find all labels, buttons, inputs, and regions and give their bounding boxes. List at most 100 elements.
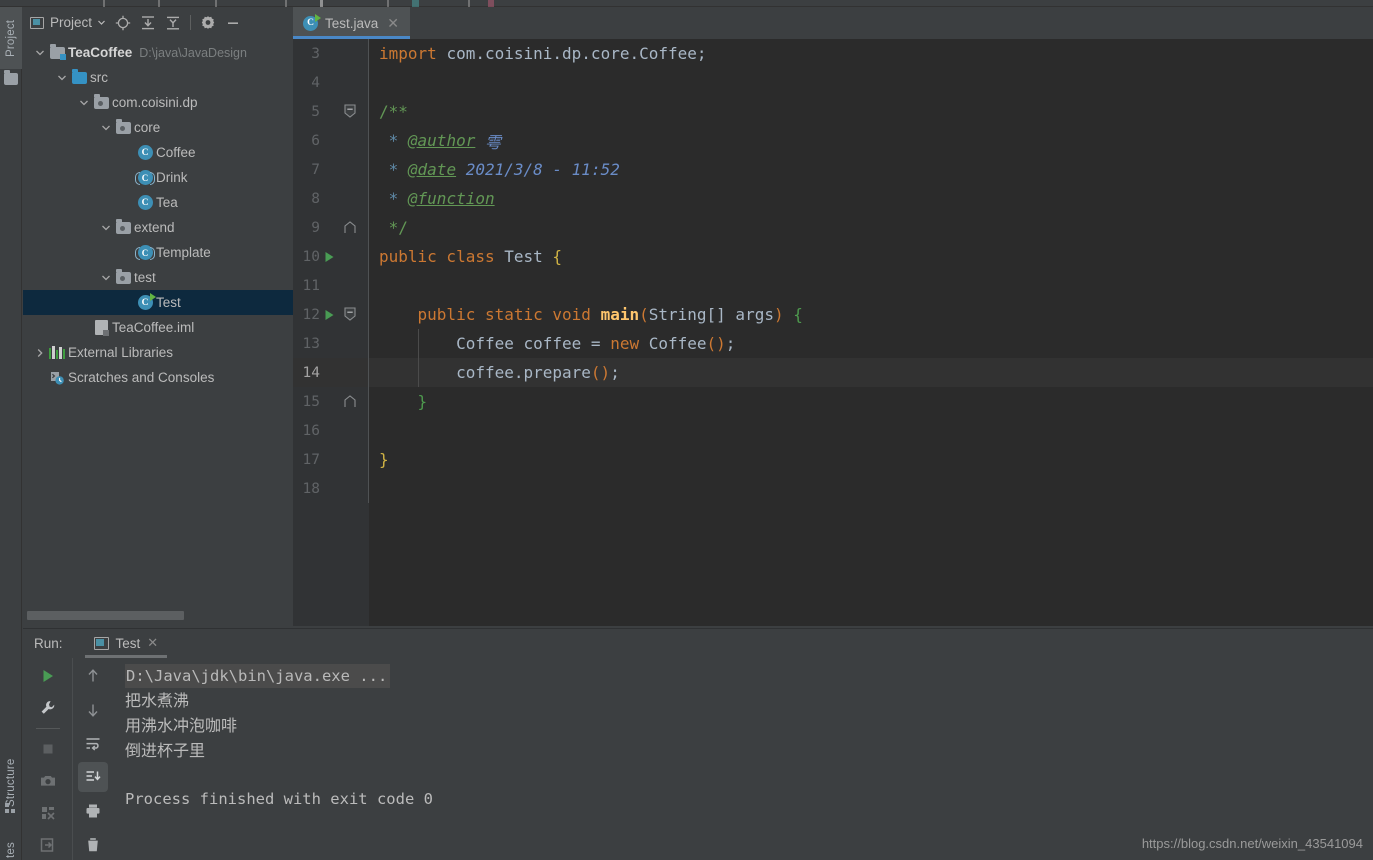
tree-node-teacoffee-iml[interactable]: TeaCoffee.iml [23,315,293,340]
scroll-to-end-icon[interactable] [77,762,108,793]
gutter-run-slot[interactable] [320,309,338,321]
gutter-fold-slot[interactable] [338,104,362,119]
soft-wrap-icon[interactable] [78,729,108,759]
gutter-run-slot[interactable] [320,251,338,263]
project-tree[interactable]: TeaCoffee D:\java\JavaDesign src com.coisin… [23,38,293,626]
code-line-15[interactable]: } [369,387,428,416]
code-line-13[interactable]: Coffee coffee = new Coffee(); [369,329,735,358]
tool-window-button-favorites[interactable]: tes [0,833,22,860]
tree-node-core[interactable]: core [23,115,293,140]
chevron-down-icon[interactable] [54,73,70,83]
code-line-3[interactable]: import com.coisini.dp.core.Coffee; [369,39,707,68]
trash-icon[interactable] [78,830,108,860]
tree-node-src[interactable]: src [23,65,293,90]
gutter-line-8[interactable]: 8 [293,184,368,213]
run-tab-test[interactable]: Test ✕ [84,628,168,658]
gutter-line-13[interactable]: 13 [293,329,368,358]
code-token: ; [610,363,620,382]
tree-node-teacoffee[interactable]: TeaCoffee D:\java\JavaDesign [23,40,293,65]
gutter-fold-slot[interactable] [338,307,362,322]
print-icon[interactable] [78,796,108,826]
code-line-12[interactable]: public static void main(String[] args) { [369,300,803,329]
close-icon[interactable]: ✕ [147,635,158,651]
code-line-18[interactable] [369,474,379,503]
scrollbar-thumb[interactable] [27,611,184,620]
code-line-7[interactable]: * @date 2021/3/8 - 11:52 [369,155,620,184]
gutter-line-7[interactable]: 7 [293,155,368,184]
project-panel-toolbar: Project [23,7,293,38]
tree-node-coffee[interactable]: C Coffee [23,140,293,165]
project-window-icon [30,16,44,29]
code-line-9[interactable]: */ [369,213,408,242]
tree-node-drink[interactable]: C Drink [23,165,293,190]
chevron-down-icon[interactable] [76,98,92,108]
camera-icon[interactable] [33,766,63,796]
tree-node-test[interactable]: C Test [23,290,293,315]
rerun-icon[interactable] [33,661,63,691]
code-editor[interactable]: 3 4 5 6 7 8 9 10 11 12 13 14 15 16 17 18 import com.coi… [293,39,1373,626]
gutter-line-17[interactable]: 17 [293,445,368,474]
arrow-up-icon[interactable] [78,661,108,691]
editor-gutter[interactable]: 3 4 5 6 7 8 9 10 11 12 13 14 15 16 17 18 [293,39,369,626]
tree-node-extend[interactable]: extend [23,215,293,240]
tree-node-tea[interactable]: C Tea [23,190,293,215]
code-text-area[interactable]: import com.coisini.dp.core.Coffee; /** * … [369,39,1373,626]
code-token: } [417,392,428,411]
gutter-line-10[interactable]: 10 [293,242,368,271]
project-tree-hscrollbar[interactable] [27,611,289,620]
gutter-line-16[interactable]: 16 [293,416,368,445]
chevron-down-icon[interactable] [32,48,48,58]
code-line-4[interactable] [369,68,379,97]
project-panel-title[interactable]: Project [26,15,109,30]
tree-node-external-libraries[interactable]: External Libraries [23,340,293,365]
fold-collapse-icon [344,307,356,321]
tree-node-test[interactable]: test [23,265,293,290]
code-line-10[interactable]: public class Test { [369,242,562,271]
chevron-down-icon[interactable] [98,273,114,283]
code-line-6[interactable]: * @author 雩 [369,126,501,155]
gutter-fold-slot[interactable] [338,221,362,234]
gutter-line-14[interactable]: 14 [293,358,368,387]
edit-configurations-icon[interactable] [33,693,63,723]
code-line-11[interactable] [369,271,379,300]
gutter-line-3[interactable]: 3 [293,39,368,68]
chevron-right-icon[interactable] [32,348,48,358]
minimize-icon[interactable] [222,12,244,34]
pin-tab-icon[interactable] [33,830,63,860]
code-line-5[interactable]: /** [369,97,408,126]
close-icon[interactable]: ✕ [387,16,399,30]
code-line-16[interactable] [369,416,379,445]
stop-icon[interactable] [33,734,63,764]
chevron-down-icon[interactable] [98,123,114,133]
gutter-line-11[interactable]: 11 [293,271,368,300]
tool-window-button-project[interactable]: Project [0,7,22,69]
gutter-line-18[interactable]: 18 [293,474,368,503]
chevron-down-icon[interactable] [98,223,114,233]
gear-icon[interactable] [197,12,219,34]
gutter-line-6[interactable]: 6 [293,126,368,155]
code-line-14[interactable]: coffee.prepare(); [369,358,620,387]
structure-icon[interactable] [5,803,16,814]
code-token: String[] args [648,305,774,324]
tree-node-scratches-and-consoles[interactable]: Scratches and Consoles [23,365,293,390]
locate-target-icon[interactable] [112,12,134,34]
java-class-icon: C [137,145,153,160]
restore-layout-icon[interactable] [33,798,63,828]
expand-all-icon[interactable] [137,12,159,34]
collapse-all-icon[interactable] [162,12,184,34]
tree-node-com-coisini-dp[interactable]: com.coisini.dp [23,90,293,115]
gutter-line-5[interactable]: 5 [293,97,368,126]
gutter-line-9[interactable]: 9 [293,213,368,242]
gutter-line-4[interactable]: 4 [293,68,368,97]
console-output[interactable]: D:\Java\jdk\bin\java.exe ... 把水煮沸 用沸水冲泡咖啡倒… [112,658,1373,860]
tree-node-template[interactable]: C Template [23,240,293,265]
folder-icon[interactable] [4,70,18,85]
code-line-17[interactable]: } [369,445,389,474]
gutter-line-15[interactable]: 15 [293,387,368,416]
code-line-8[interactable]: * @function [369,184,495,213]
gutter-line-12[interactable]: 12 [293,300,368,329]
editor-tab-test-java[interactable]: C Test.java ✕ [293,7,411,39]
arrow-down-icon[interactable] [78,695,108,725]
gutter-fold-slot[interactable] [338,395,362,408]
java-class-icon: C [137,195,153,210]
